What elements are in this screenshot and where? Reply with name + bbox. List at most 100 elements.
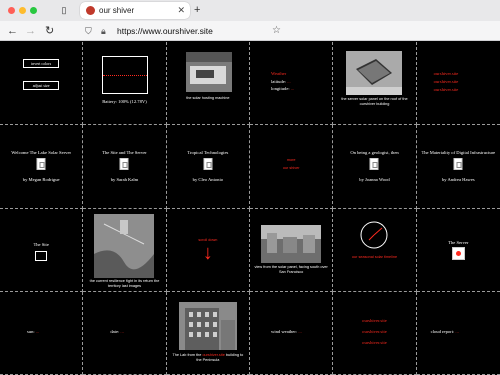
reload-icon[interactable]: ↻ <box>45 24 54 38</box>
sun-cell: sun: ... <box>0 291 84 375</box>
battery-level-line <box>103 75 148 76</box>
links-cell: ourshiver.site ourshiver.site ourshiver.… <box>416 42 500 126</box>
photo-caption-3: the current resilience fight in its retu… <box>89 278 160 288</box>
longitude-value: ... <box>290 86 295 91</box>
photo-cell-3: the current resilience fight in its retu… <box>83 208 167 292</box>
center-link-2[interactable]: our shiver <box>250 166 332 171</box>
photo-cell-2: the server solar panel on the roof of th… <box>333 42 417 126</box>
lab-building-photo <box>178 301 237 350</box>
battery-frame <box>102 56 149 94</box>
site-label: The Site <box>33 241 49 247</box>
forward-icon[interactable]: → <box>25 24 36 38</box>
back-icon[interactable]: ← <box>7 24 18 38</box>
photo-cell-4: view from the solar panel, facing south … <box>250 208 334 292</box>
down-arrow-icon[interactable]: ↓ <box>167 242 249 264</box>
longitude-label: longitude: <box>271 86 290 91</box>
bookmark-star-icon[interactable]: ☆ <box>272 25 281 37</box>
cloud-value: ... <box>455 328 459 334</box>
sidebar-icon[interactable]: ▯ <box>58 4 70 16</box>
center-link-1[interactable]: more <box>250 158 332 163</box>
center-links-cell: more our shiver <box>250 125 334 209</box>
close-dot[interactable] <box>8 7 15 14</box>
stack-link-2[interactable]: ourshiver.site <box>333 329 415 335</box>
lock-icon[interactable]: 🔒︎ <box>101 25 106 37</box>
timeline-cell[interactable]: our seasonal solar timeline <box>333 208 417 292</box>
wind-value: ... <box>298 328 302 334</box>
article-title-1[interactable]: Welcome The Lake Solar Server <box>0 150 82 156</box>
wind-label: wind weather: <box>271 328 298 334</box>
photo-caption-4: view from the solar panel, facing south … <box>254 264 328 274</box>
adjust-size-button[interactable]: adjust size <box>23 81 60 90</box>
article-title-5[interactable]: The Materiality of Digital Infrastructur… <box>417 150 500 156</box>
shield-icon[interactable]: ⛉ <box>85 25 92 37</box>
date-cell: date: ... <box>83 291 167 375</box>
server-label: The Server <box>448 239 469 245</box>
document-icon <box>369 158 379 171</box>
document-icon <box>453 158 463 171</box>
article-author-5: by Andrea Hawes <box>442 177 475 183</box>
article-cell-2[interactable]: The Site and The Server by Sarah Kalm <box>83 125 167 209</box>
page-grid: invert colors adjust size Battery: 100% … <box>0 42 500 375</box>
article-cell-5[interactable]: The Materiality of Digital Infrastructur… <box>416 125 500 209</box>
new-tab-icon[interactable]: + <box>194 3 200 17</box>
article-title-4[interactable]: On being a geologist, then <box>333 150 415 156</box>
tab-title: our shiver <box>99 6 135 15</box>
city-view-photo <box>261 224 321 263</box>
photo-caption-5-link[interactable]: ourshiver.site <box>202 353 224 357</box>
battery-cell: Battery: 100% (12.78V) <box>83 42 167 126</box>
article-author-2: by Sarah Kalm <box>110 177 139 183</box>
date-label: date: <box>110 328 120 334</box>
photo-caption-1: the solar hosting machine <box>186 96 230 100</box>
site-cell[interactable]: The Site <box>0 208 84 292</box>
article-title-3[interactable]: Tropical Technologies <box>167 150 249 156</box>
minimize-dot[interactable] <box>19 7 26 14</box>
sun-label: sun: <box>27 328 35 334</box>
document-icon <box>36 158 46 171</box>
solar-panel-photo <box>346 51 403 95</box>
stack-link-1[interactable]: ourshiver.site <box>333 318 415 324</box>
photo-caption-5: The Lab from the ourshiver.site building… <box>167 353 249 363</box>
date-value: ... <box>120 328 124 334</box>
scroll-cell[interactable]: scroll down ↓ <box>166 208 250 292</box>
url-field[interactable]: https://www.ourshiver.site <box>117 25 213 37</box>
stack-links-cell: ourshiver.site ourshiver.site ourshiver.… <box>333 291 417 375</box>
controls-cell: invert colors adjust size <box>0 42 84 126</box>
site-link-3[interactable]: ourshiver.site <box>434 87 459 93</box>
article-title-2[interactable]: The Site and The Server <box>83 150 165 156</box>
article-cell-3[interactable]: Tropical Technologies by Cleo Antonio <box>166 125 250 209</box>
invert-colors-button[interactable]: invert colors <box>23 59 60 68</box>
server-icon <box>451 246 465 260</box>
server-cell[interactable]: The Server <box>416 209 500 292</box>
wind-cell: wind weather: ... <box>250 291 334 375</box>
photo-caption-5-pre: The Lab from the <box>172 352 203 357</box>
site-box <box>35 250 47 261</box>
article-author-4: by Joanna Wood <box>359 177 390 183</box>
maximize-dot[interactable] <box>30 7 37 14</box>
latitude-value: ... <box>287 79 291 84</box>
photo-cell-1: the solar hosting machine <box>166 42 250 126</box>
cloud-label: cloud report: <box>430 328 455 334</box>
tab-close-icon[interactable]: ✕ <box>177 4 185 17</box>
territory-photo <box>94 213 155 278</box>
photo-caption-2: the server solar panel on the roof of th… <box>341 97 408 106</box>
article-cell-4[interactable]: On being a geologist, then by Joanna Woo… <box>333 125 417 209</box>
stack-link-3[interactable]: ourshiver.site <box>333 340 415 346</box>
site-link-1[interactable]: ourshiver.site <box>434 71 459 77</box>
weather-cell: Weather latitude: ... longitude: ... <box>250 42 334 126</box>
tab-bar: ▯ our shiver ✕ + <box>0 0 500 21</box>
timeline-circle-icon <box>360 221 388 248</box>
weather-header: Weather <box>271 71 287 76</box>
article-cell-1[interactable]: Welcome The Lake Solar Server by Megan R… <box>0 125 84 209</box>
solar-machine-photo <box>185 52 232 92</box>
cloud-cell: cloud report: ... <box>416 292 500 375</box>
document-icon <box>119 158 129 171</box>
site-link-2[interactable]: ourshiver.site <box>434 79 459 85</box>
document-icon <box>203 158 213 171</box>
article-author-3: by Cleo Antonio <box>192 177 224 183</box>
photo-cell-5: The Lab from the ourshiver.site building… <box>166 291 250 375</box>
battery-status: Battery: 100% (12.78V) <box>102 99 147 104</box>
timeline-caption: our seasonal solar timeline <box>351 254 398 259</box>
navigation-bar: ← → ↻ ⛉ 🔒︎ https://www.ourshiver.site ☆ <box>0 21 500 41</box>
tab-active[interactable]: our shiver ✕ <box>80 2 190 19</box>
latitude-label: latitude: <box>271 79 287 84</box>
